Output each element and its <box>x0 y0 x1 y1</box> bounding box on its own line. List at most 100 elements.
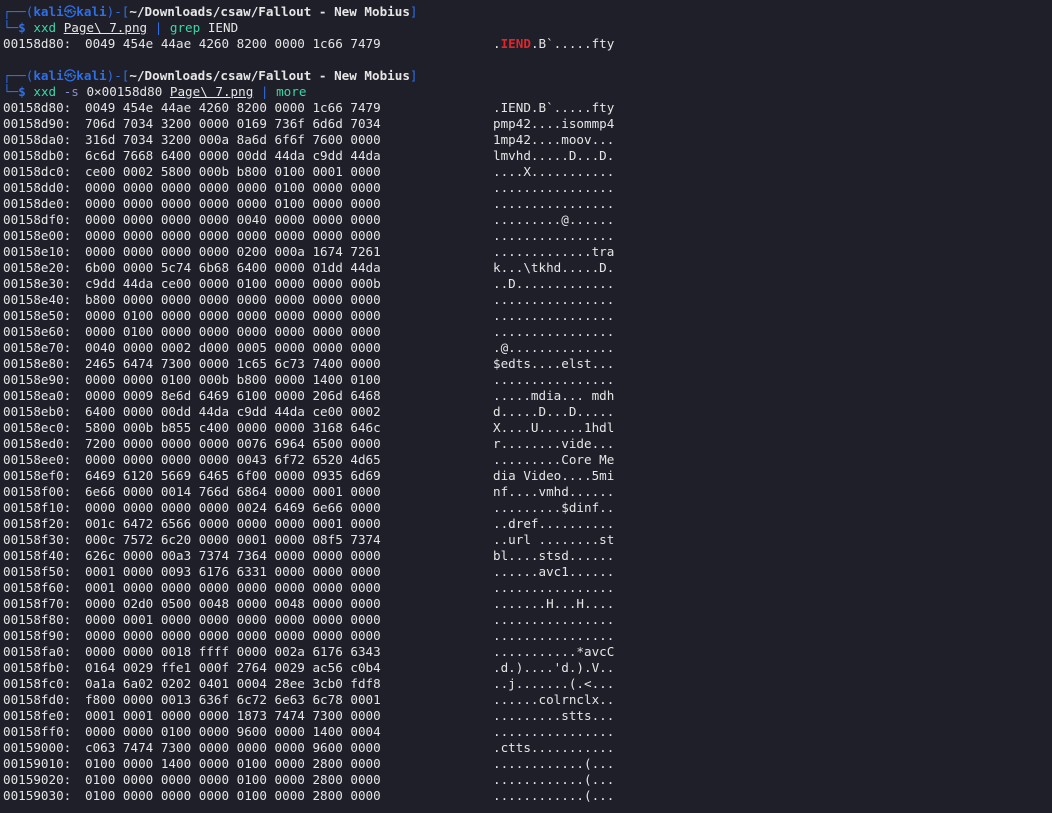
hexdump-row: 00158fb0: 0164 0029 ffe1 000f 2764 0029 a… <box>3 660 1052 676</box>
hex-offset: 00158ef0: <box>3 468 72 483</box>
hex-ascii: pmp42....isommp4 <box>493 116 615 131</box>
command-line[interactable]: └─$ xxd Page\ 7.png | grep IEND <box>3 20 1052 36</box>
prompt-user: kali <box>33 68 64 83</box>
hex-offset: 00158f60: <box>3 580 72 595</box>
hex-bytes: 000c 7572 6c20 0000 0001 0000 08f5 7374 <box>85 532 381 547</box>
hex-ascii: ................ <box>493 580 615 595</box>
hex-ascii: ......colrnclx.. <box>493 692 615 707</box>
hex-offset: 00158de0: <box>3 196 72 211</box>
hex-ascii: ..url ........st <box>493 532 615 547</box>
hex-offset: 00158f80: <box>3 612 72 627</box>
hex-bytes: 6e66 0000 0014 766d 6864 0000 0001 0000 <box>85 484 381 499</box>
hex-offset: 00158dd0: <box>3 180 72 195</box>
hex-ascii: ............(... <box>493 756 615 771</box>
hex-bytes: 0000 0000 0100 000b b800 0000 1400 0100 <box>85 372 381 387</box>
prompt-corner: └─ <box>3 20 19 35</box>
hex-offset: 00158ee0: <box>3 452 72 467</box>
hexdump-row: 00158d90: 706d 7034 3200 0000 0169 736f 6… <box>3 116 1052 132</box>
hex-ascii: ..j.......(.<... <box>493 676 615 691</box>
hex-offset: 00158ea0: <box>3 388 72 403</box>
hex-ascii: ................ <box>493 196 615 211</box>
hexdump-row: 00158f30: 000c 7572 6c20 0000 0001 0000 0… <box>3 532 1052 548</box>
prompt-user: kali <box>33 4 64 19</box>
hex-ascii: ................ <box>493 180 615 195</box>
hex-offset: 00158df0: <box>3 212 72 227</box>
hex-offset: 00159020: <box>3 772 72 787</box>
hex-ascii: $edts....elst... <box>493 356 615 371</box>
hex-offset: 00158eb0: <box>3 404 72 419</box>
hexdump-row: 00159000: c063 7474 7300 0000 0000 0000 9… <box>3 740 1052 756</box>
hex-ascii: .........stts... <box>493 708 615 723</box>
command-name: more <box>276 84 307 99</box>
hexdump-row: 00158d80: 0049 454e 44ae 4260 8200 0000 1… <box>3 100 1052 116</box>
command-arg: IEND <box>207 20 239 35</box>
hex-ascii: ..dref.......... <box>493 516 615 531</box>
hex-ascii: ................ <box>493 324 615 339</box>
command-file-arg[interactable]: Page\ 7.png <box>64 20 147 35</box>
hex-ascii: .......H...H.... <box>493 596 615 611</box>
hex-bytes: 0000 0000 0000 0000 0000 0100 0000 0000 <box>85 180 381 195</box>
hexdump-row: 00158e90: 0000 0000 0100 000b b800 0000 1… <box>3 372 1052 388</box>
hex-ascii: ..D............. <box>493 276 615 291</box>
hex-offset: 00158ff0: <box>3 724 72 739</box>
hex-ascii: .IEND.B`.....fty <box>493 36 614 52</box>
hex-bytes: 0000 0000 0000 0000 0043 6f72 6520 4d65 <box>85 452 381 467</box>
hexdump-row: 00158f20: 001c 6472 6566 0000 0000 0000 0… <box>3 516 1052 532</box>
hexdump-row: 00158fd0: f800 0000 0013 636f 6c72 6e63 6… <box>3 692 1052 708</box>
hex-bytes: 0000 0000 0000 0000 0024 6469 6e66 0000 <box>85 500 381 515</box>
hexdump-row: 00158d80: 0049 454e 44ae 4260 8200 0000 1… <box>3 36 1052 52</box>
hex-bytes: 0001 0000 0093 6176 6331 0000 0000 0000 <box>85 564 381 579</box>
prompt-box-open: ┌──( <box>3 68 34 83</box>
hexdump-row: 00159010: 0100 0000 1400 0000 0100 0000 2… <box>3 756 1052 772</box>
hex-bytes: 6b00 0000 5c74 6b68 6400 0000 01dd 44da <box>85 260 381 275</box>
hex-ascii: ................ <box>493 308 615 323</box>
hexdump-row: 00158ef0: 6469 6120 5669 6465 6f00 0000 0… <box>3 468 1052 484</box>
command-line[interactable]: └─$ xxd -s 0×00158d80 Page\ 7.png | more <box>3 84 1052 100</box>
hex-bytes: b800 0000 0000 0000 0000 0000 0000 0000 <box>85 292 381 307</box>
hex-offset: 00158f00: <box>3 484 72 499</box>
hex-ascii: .ctts........... <box>493 740 615 755</box>
hex-offset: 00158f20: <box>3 516 72 531</box>
hex-ascii: .........@...... <box>493 212 615 227</box>
hex-ascii: ............(... <box>493 788 615 803</box>
hexdump-row: 00158e70: 0040 0000 0002 d000 0005 0000 0… <box>3 340 1052 356</box>
hex-bytes: 0000 0000 0018 ffff 0000 002a 6176 6343 <box>85 644 381 659</box>
prompt-box-mid: )-[ <box>106 4 130 19</box>
hexdump-row: 00158f00: 6e66 0000 0014 766d 6864 0000 0… <box>3 484 1052 500</box>
hex-offset: 00158e80: <box>3 356 72 371</box>
command-name: grep <box>169 20 201 35</box>
hex-bytes: 0001 0001 0000 0000 1873 7474 7300 0000 <box>85 708 381 723</box>
hex-bytes: 001c 6472 6566 0000 0000 0000 0001 0000 <box>85 516 381 531</box>
hex-bytes: 0100 0000 0000 0000 0100 0000 2800 0000 <box>85 772 381 787</box>
hex-bytes: 0040 0000 0002 d000 0005 0000 0000 0000 <box>85 340 381 355</box>
hexdump-row: 00158dd0: 0000 0000 0000 0000 0000 0100 0… <box>3 180 1052 196</box>
hexdump-row: 00158f70: 0000 02d0 0500 0048 0000 0048 0… <box>3 596 1052 612</box>
prompt-host: kali <box>76 4 107 19</box>
hex-bytes: 0000 0000 0000 0000 0200 000a 1674 7261 <box>85 244 381 259</box>
hex-bytes: 0000 0100 0000 0000 0000 0000 0000 0000 <box>85 324 381 339</box>
hexdump-row: 00158ee0: 0000 0000 0000 0000 0043 6f72 6… <box>3 452 1052 468</box>
hex-offset: 00158f70: <box>3 596 72 611</box>
command-file-arg[interactable]: Page\ 7.png <box>170 84 253 99</box>
hex-offset: 00158fe0: <box>3 708 72 723</box>
grep-match-highlight: IEND <box>500 36 531 51</box>
hex-offset: 00158dc0: <box>3 164 72 179</box>
hex-ascii: ................ <box>493 228 615 243</box>
hexdump-row: 00158e80: 2465 6474 7300 0000 1c65 6c73 7… <box>3 356 1052 372</box>
hex-offset: 00158f90: <box>3 628 72 643</box>
hex-offset: 00158fa0: <box>3 644 72 659</box>
terminal-window[interactable]: ┌──(kali㉿kali)-[~/Downloads/csaw/Fallout… <box>0 0 1052 813</box>
hex-bytes: 0000 0001 0000 0000 0000 0000 0000 0000 <box>85 612 381 627</box>
hex-bytes: 0049 454e 44ae 4260 8200 0000 1c66 7479 <box>85 36 381 51</box>
hex-bytes: f800 0000 0013 636f 6c72 6e63 6c78 0001 <box>85 692 381 707</box>
prompt-corner: └─ <box>3 84 19 99</box>
hexdump-row: 00158de0: 0000 0000 0000 0000 0000 0100 0… <box>3 196 1052 212</box>
hexdump-row: 00158f90: 0000 0000 0000 0000 0000 0000 0… <box>3 628 1052 644</box>
hex-offset: 00158db0: <box>3 148 72 163</box>
hex-offset: 00158f30: <box>3 532 72 547</box>
hex-ascii: bl....stsd...... <box>493 548 615 563</box>
command-pipe: | <box>154 20 163 35</box>
hex-bytes: 0000 02d0 0500 0048 0000 0048 0000 0000 <box>85 596 381 611</box>
hex-offset: 00158fb0: <box>3 660 72 675</box>
